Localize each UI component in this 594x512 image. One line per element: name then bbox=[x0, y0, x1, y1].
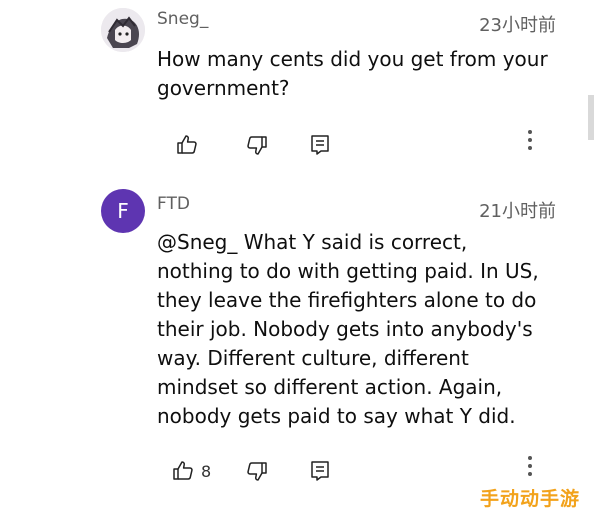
comment-author[interactable]: Sneg_ bbox=[157, 9, 208, 29]
comment-ftd: F FTD 21小时前 @Sneg_ What Y said is correc… bbox=[0, 170, 594, 512]
comment-timestamp: 21小时前 bbox=[479, 201, 556, 222]
anime-avatar-icon bbox=[101, 8, 145, 52]
like-button[interactable] bbox=[175, 131, 199, 159]
scrollbar[interactable] bbox=[588, 95, 594, 140]
more-options-button[interactable] bbox=[524, 452, 536, 480]
thumb-up-icon bbox=[173, 461, 193, 480]
more-vertical-icon bbox=[524, 130, 536, 150]
reply-button[interactable] bbox=[308, 131, 332, 159]
comment-timestamp: 23小时前 bbox=[479, 15, 556, 36]
reply-button[interactable] bbox=[308, 457, 332, 485]
avatar[interactable]: F bbox=[101, 189, 145, 233]
more-vertical-icon bbox=[524, 456, 536, 476]
dislike-button[interactable] bbox=[245, 457, 269, 485]
thumb-up-icon bbox=[177, 135, 197, 154]
reply-comment-icon bbox=[311, 461, 329, 481]
comment-author[interactable]: FTD bbox=[157, 194, 190, 214]
avatar[interactable] bbox=[101, 8, 145, 52]
reply-comment-icon bbox=[311, 135, 329, 155]
comment-sneg: Sneg_ 23小时前 How many cents did you get f… bbox=[0, 0, 594, 170]
comment-text: How many cents did you get from your gov… bbox=[157, 47, 548, 100]
like-button[interactable]: 8 bbox=[171, 457, 211, 485]
more-options-button[interactable] bbox=[524, 126, 536, 154]
thumb-down-icon bbox=[247, 462, 267, 481]
thumb-down-icon bbox=[247, 136, 267, 155]
comment-text: @Sneg_ What Y said is correct, nothing t… bbox=[157, 230, 539, 428]
like-count: 8 bbox=[201, 461, 212, 481]
dislike-button[interactable] bbox=[245, 131, 269, 159]
watermark: 手动动手游 bbox=[480, 488, 581, 510]
